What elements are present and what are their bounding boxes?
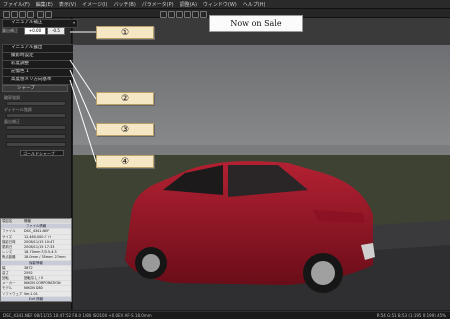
status-left: DSC_4341.NEF 08/11/15 10:47:52 F8.0 1/80…: [3, 313, 152, 318]
status-right: R:54 G:51 B:53 (1:195 0:199) 45%: [376, 313, 446, 318]
now-on-sale-label: Now on Sale: [209, 15, 303, 32]
callout-leaders: [69, 31, 97, 163]
status-bar: DSC_4341.NEF 08/11/15 10:47:52 F8.0 1/80…: [0, 311, 450, 319]
